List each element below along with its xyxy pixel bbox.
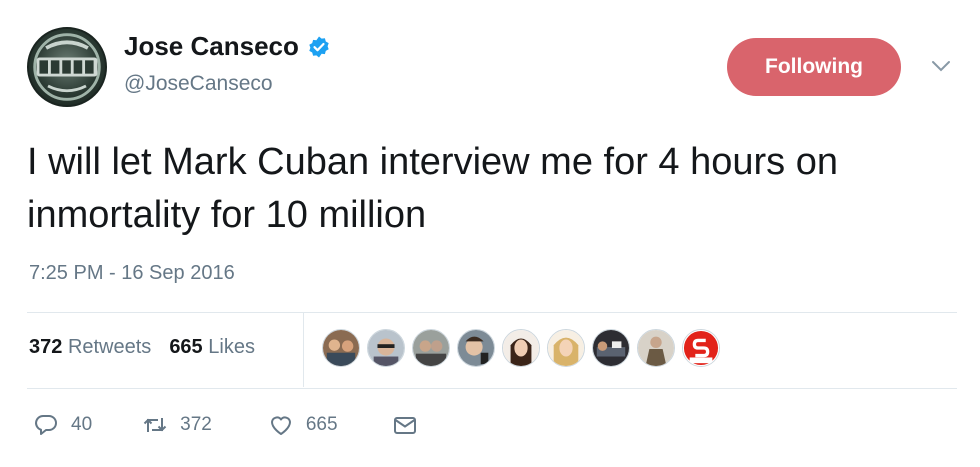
woman-portrait-avatar[interactable] [502, 329, 540, 367]
divider-bottom [27, 388, 957, 389]
direct-message-action[interactable] [392, 412, 418, 438]
coat-man-avatar[interactable] [637, 329, 675, 367]
likes-stat[interactable]: 665 Likes [169, 336, 255, 359]
sports-logo-avatar[interactable] [682, 329, 720, 367]
tweet-timestamp[interactable]: 7:25 PM - 16 Sep 2016 [29, 262, 235, 285]
reply-action[interactable]: 40 [33, 412, 92, 438]
retweets-count: 372 [29, 336, 63, 358]
selfie-avatar[interactable] [457, 329, 495, 367]
likes-label: Likes [208, 336, 255, 358]
retweet-action[interactable]: 372 [142, 412, 212, 438]
like-count: 665 [305, 414, 338, 435]
stats-separator [303, 313, 304, 387]
verified-badge-icon [309, 36, 329, 57]
retweet-count: 372 [180, 414, 212, 435]
canseco-logo-avatar [33, 33, 101, 101]
reclining-man-avatar[interactable] [592, 329, 630, 367]
tweet-actions: 40 372 665 [33, 412, 418, 438]
liker-avatars [322, 329, 720, 367]
divider-top [27, 312, 957, 313]
blonde-woman-avatar[interactable] [547, 329, 585, 367]
user-name[interactable]: Jose Canseco [124, 31, 299, 62]
profile-avatar[interactable] [27, 27, 107, 107]
group-photo-avatar[interactable] [322, 329, 360, 367]
tweet-stats: 372 Retweets 665 Likes [29, 336, 255, 359]
display-name[interactable]: Jose Canseco [124, 31, 331, 62]
couple-avatar[interactable] [412, 329, 450, 367]
reply-icon [35, 415, 57, 435]
retweets-label: Retweets [67, 336, 152, 358]
like-action[interactable]: 665 [268, 412, 338, 438]
likes-count: 665 [169, 336, 203, 358]
chevron-down-icon[interactable] [930, 58, 952, 74]
retweets-stat[interactable]: 372 Retweets [29, 336, 151, 359]
sunglasses-avatar[interactable] [367, 329, 405, 367]
heart-icon [270, 416, 291, 435]
reply-count: 40 [71, 414, 93, 435]
retweet-icon [143, 418, 167, 432]
user-handle[interactable]: @JoseCanseco [124, 72, 273, 96]
tweet-text: I will let Mark Cuban interview me for 4… [27, 141, 838, 236]
following-button[interactable]: Following [727, 38, 901, 96]
envelope-icon [393, 417, 416, 434]
